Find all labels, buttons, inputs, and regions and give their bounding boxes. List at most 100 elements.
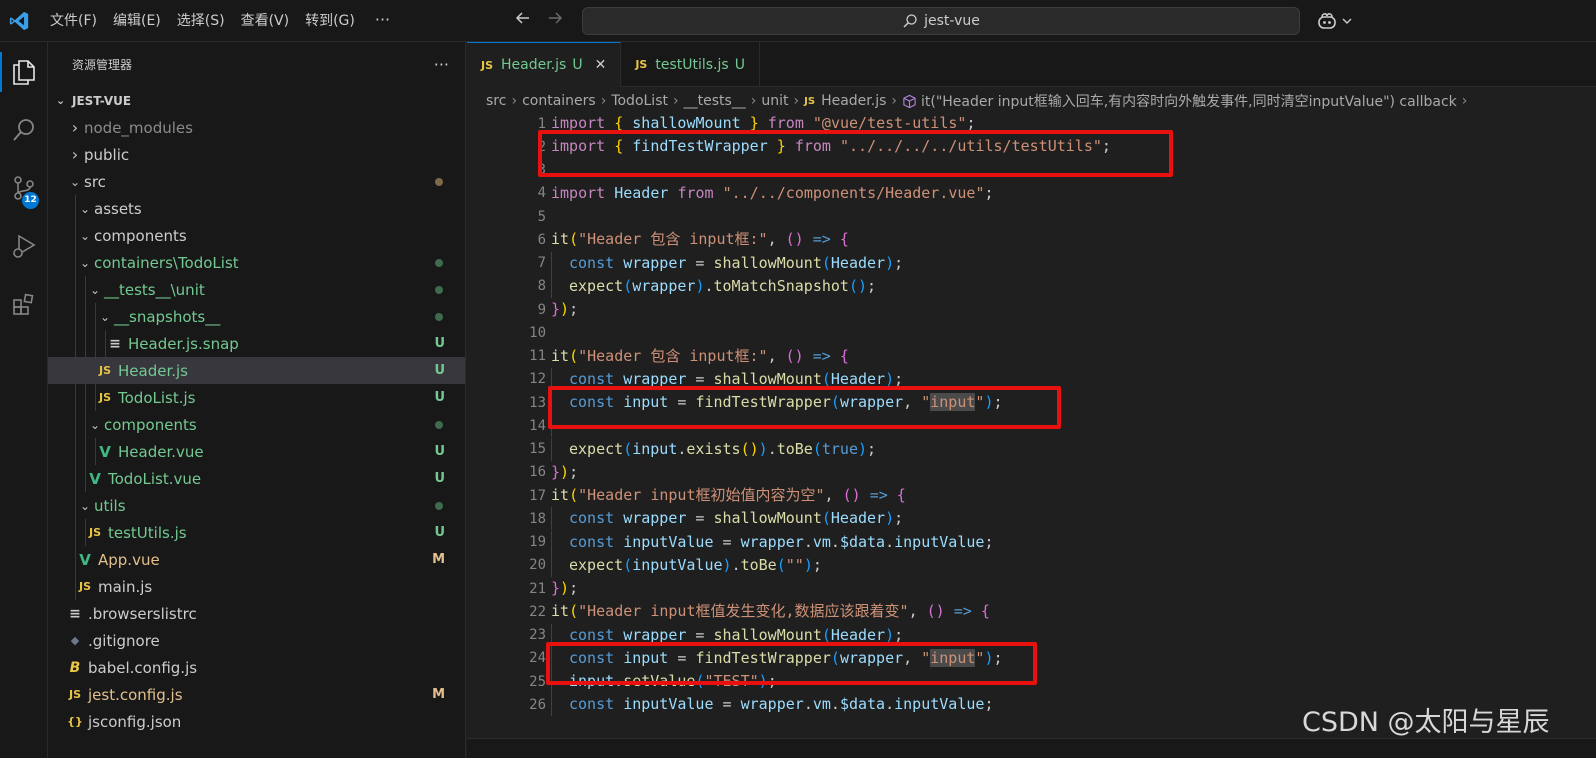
search-view-button[interactable] [0,106,48,154]
explorer-sidebar: 资源管理器 ··· ⌄ JEST-VUE › node_modules › publi… [48,42,466,758]
panel-tabs-strip [467,738,1596,758]
line-number: 13 [529,394,546,411]
menu-more-button[interactable]: ··· [363,0,402,42]
menu-file[interactable]: 文件(F) [42,0,105,42]
highlight-box-find-input-1 [548,386,1061,429]
tab-label: testUtils.js [655,56,729,73]
chevron-right-icon: › [511,93,518,109]
breadcrumb-unit[interactable]: unit [761,93,788,109]
js-file-icon: JS [78,580,91,593]
breadcrumb-todolist[interactable]: TodoList [611,93,668,109]
indent-guide [75,303,76,330]
tree-file-item[interactable]: JS jest.config.js M [48,681,465,708]
line-number: 16 [529,464,546,481]
breadcrumb-tests[interactable]: __tests__ [684,93,746,109]
indent-guide [75,438,76,465]
tree-folder-item[interactable]: ⌄ containers\TodoList [48,249,465,276]
explorer-button[interactable] [0,48,48,96]
menu-go[interactable]: 转到(G) [297,0,363,42]
forward-arrow-icon[interactable] [543,9,567,33]
tree-file-item[interactable]: V App.vue M [48,546,465,573]
chevron-down-icon: ⌄ [69,174,81,189]
indent-guide [85,276,86,303]
menu-selection[interactable]: 选择(S) [169,0,233,42]
breadcrumb-src[interactable]: src [486,93,506,109]
tab-status: U [572,57,583,73]
tree-item-label: TodoList.vue [108,469,202,488]
tree-folder-item[interactable]: ⌄ utils [48,492,465,519]
tree-folder-item[interactable]: ⌄ assets [48,195,465,222]
breadcrumb-callback[interactable]: it("Header input框输入回车,有内容时向外触发事件,同时清空inp… [921,91,1457,111]
tree-file-item[interactable]: JS TodoList.js U [48,384,465,411]
run-debug-button[interactable] [0,222,48,270]
menu-edit[interactable]: 编辑(E) [105,0,169,42]
tree-folder-item[interactable]: ⌄ components [48,222,465,249]
copilot-button[interactable] [1316,9,1356,33]
tree-file-item[interactable]: Bbabel.config.js [48,654,465,681]
tree-file-item[interactable]: JS Header.js U [48,357,465,384]
babel-file-icon: B [69,659,81,676]
line-number: 4 [537,185,546,202]
tree-item-label: node_modules [84,118,193,137]
back-arrow-icon[interactable] [511,9,535,33]
line-number: 11 [529,348,546,365]
tree-item-label: jsconfig.json [88,712,182,731]
git-status-dot [435,502,443,510]
git-status-badge: M [432,687,445,702]
tab-testutils-js[interactable]: JS testUtils.js U [621,42,760,87]
chevron-down-icon: ⌄ [89,282,101,297]
tree-file-item[interactable]: V TodoList.vue U [48,465,465,492]
tab-status: U [734,56,745,73]
menu-view[interactable]: 查看(V) [233,0,298,42]
git-status-badge: M [432,552,445,567]
tree-item-label: __tests__\unit [104,280,205,299]
search-icon [13,119,34,141]
search-text: jest-vue [924,13,980,29]
tree-file-item[interactable]: JS main.js [48,573,465,600]
code-line: 8 expect(wrapper).toMatchSnapshot(); [467,274,1596,298]
tree-item-label: utils [94,496,126,515]
code-line: 22 it("Header input框值发生变化,数据应该跟着变", () =… [467,600,1596,623]
indent-guide [75,384,76,411]
close-icon[interactable]: ✕ [595,57,607,73]
js-file-icon: JS [481,58,494,72]
extensions-button[interactable] [0,280,48,328]
code-line: 16 }); [467,461,1596,484]
tree-file-item[interactable]: ≡ .browserslistrc [48,600,465,627]
indent-guide [75,546,76,573]
breadcrumb-file[interactable]: Header.js [821,93,886,109]
tree-file-item[interactable]: {} jsconfig.json [48,708,465,735]
tree-folder-item[interactable]: ⌄ components [48,411,465,438]
vscode-logo-icon [9,11,29,31]
tree-file-item[interactable]: V Header.vue U [48,438,465,465]
tree-item-label: Header.js [118,361,188,380]
code-line: 5 [467,205,1596,228]
tree-item-label: assets [94,199,142,218]
chevron-right-icon: › [750,93,757,109]
code-line: 7 const wrapper = shallowMount(Header); [467,251,1596,275]
git-status-dot [435,259,443,267]
line-number: 5 [537,208,546,225]
workspace-root[interactable]: ⌄ JEST-VUE [48,87,465,114]
indent-guide [85,411,86,438]
tree-item-label: Header.vue [118,442,204,461]
explorer-more-button[interactable]: ··· [434,55,449,74]
line-number: 7 [537,255,546,272]
tree-file-item[interactable]: JS testUtils.js U [48,519,465,546]
indent-guide [85,357,86,384]
tree-folder-item[interactable]: ⌄ src [48,168,465,195]
vue-file-icon: V [99,442,111,461]
line-number: 19 [529,534,546,551]
tree-folder-item[interactable]: ⌄ __tests__\unit [48,276,465,303]
indent-guide [75,195,76,222]
tree-folder-item[interactable]: › node_modules [48,114,465,141]
tree-folder-item[interactable]: ⌄ __snapshots__ [48,303,465,330]
tab-header-js[interactable]: JS Header.js U ✕ [467,42,622,87]
tree-file-item[interactable]: ◆ .gitignore [48,627,465,654]
tree-folder-item[interactable]: › public [48,141,465,168]
line-number: 15 [529,441,546,458]
breadcrumb-containers[interactable]: containers [522,93,596,109]
tree-item-label: App.vue [98,550,160,569]
tree-file-item[interactable]: ≡ Header.js.snap U [48,330,465,357]
command-center-search[interactable]: jest-vue [582,7,1300,35]
